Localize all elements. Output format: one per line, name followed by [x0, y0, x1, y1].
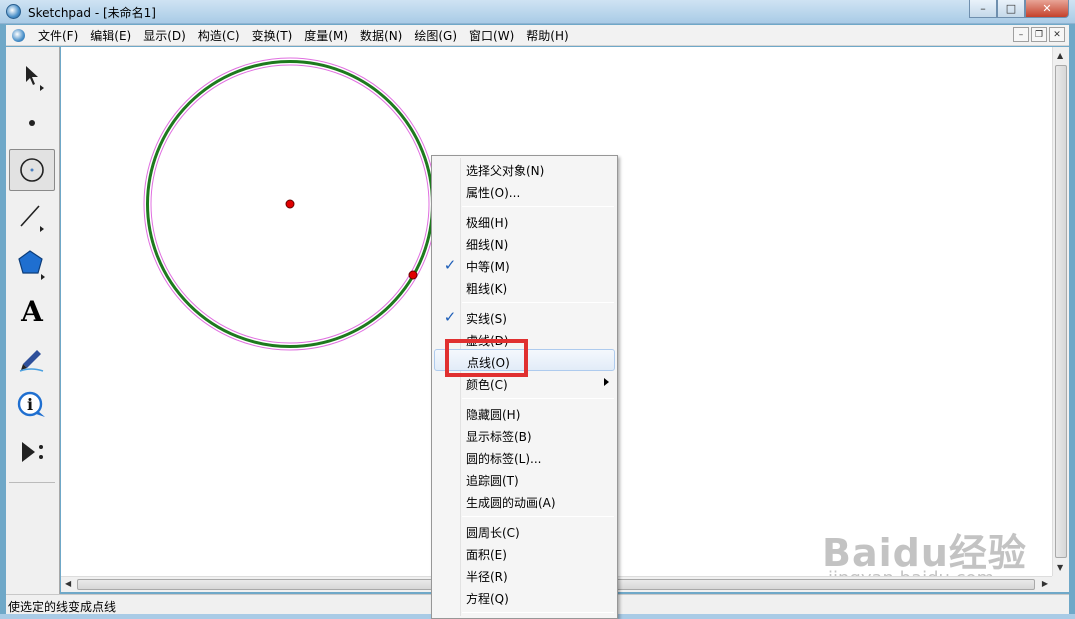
checkmark-icon: ✓ [443, 308, 457, 326]
marker-tool[interactable] [9, 337, 55, 379]
title-bar: Sketchpad - [未命名1] – □ ✕ [0, 0, 1075, 24]
context-menu: 选择父对象(N) 属性(O)... 极细(H) 细线(N) ✓ 中等(M) 粗线… [431, 155, 618, 619]
menu-bar: 文件(F) 编辑(E) 显示(D) 构造(C) 变换(T) 度量(M) 数据(N… [6, 25, 1069, 46]
vertical-scrollbar[interactable]: ▲ ▼ [1052, 47, 1069, 576]
polygon-icon [18, 250, 45, 280]
scrollbar-corner [1052, 576, 1069, 592]
point-tool[interactable] [9, 102, 55, 144]
scroll-left-arrow-icon[interactable]: ◀ [65, 579, 71, 588]
menu-item-thin[interactable]: 细线(N) [434, 232, 615, 254]
document-icon[interactable] [12, 28, 25, 42]
scroll-right-arrow-icon[interactable]: ▶ [1042, 579, 1048, 588]
menu-display[interactable]: 显示(D) [137, 27, 192, 44]
menu-construct[interactable]: 构造(C) [192, 27, 246, 44]
doc-minimize-button[interactable]: – [1013, 27, 1029, 42]
menu-help[interactable]: 帮助(H) [520, 27, 574, 44]
menu-graph[interactable]: 绘图(G) [408, 27, 463, 44]
menu-item-solid[interactable]: ✓ 实线(S) [434, 306, 615, 328]
menu-item-equation[interactable]: 方程(Q) [434, 586, 615, 608]
line-icon [20, 205, 44, 232]
info-icon: i [17, 391, 45, 417]
menu-separator [462, 516, 614, 517]
menu-file[interactable]: 文件(F) [32, 27, 84, 44]
menu-item-show-label[interactable]: 显示标签(B) [434, 424, 615, 446]
menu-transform[interactable]: 变换(T) [246, 27, 299, 44]
menu-item-radius[interactable]: 半径(R) [434, 564, 615, 586]
menu-window[interactable]: 窗口(W) [463, 27, 520, 44]
menu-item-medium[interactable]: ✓ 中等(M) [434, 254, 615, 276]
menu-measure[interactable]: 度量(M) [298, 27, 354, 44]
text-icon: A [21, 294, 43, 328]
menu-item-hide-circle[interactable]: 隐藏圆(H) [434, 402, 615, 424]
menu-separator [462, 302, 614, 303]
window-title: Sketchpad - [未命名1] [28, 6, 156, 20]
window-controls: – □ ✕ [969, 0, 1069, 18]
maximize-button[interactable]: □ [997, 0, 1025, 18]
menu-item-thick[interactable]: 粗线(K) [434, 276, 615, 298]
play-icon [22, 442, 43, 462]
doc-close-button[interactable]: ✕ [1049, 27, 1065, 42]
checkmark-icon: ✓ [443, 256, 457, 274]
scroll-down-arrow-icon[interactable]: ▼ [1057, 563, 1063, 572]
menu-item-area[interactable]: 面积(E) [434, 542, 615, 564]
point-icon [29, 120, 35, 126]
circle-center-point[interactable] [285, 199, 295, 209]
information-tool[interactable]: i [9, 384, 55, 426]
menu-separator [462, 398, 614, 399]
menu-item-circumference[interactable]: 圆周长(C) [434, 520, 615, 542]
marker-icon [19, 350, 44, 372]
vertical-scroll-thumb[interactable] [1055, 65, 1067, 558]
text-tool[interactable]: A [9, 290, 55, 332]
arrow-icon [26, 66, 44, 91]
scroll-up-arrow-icon[interactable]: ▲ [1057, 51, 1063, 60]
annotation-highlight-box [445, 339, 528, 377]
menu-separator [462, 206, 614, 207]
compass-tool[interactable] [9, 149, 55, 191]
svg-text:i: i [27, 395, 33, 414]
minimize-button[interactable]: – [969, 0, 997, 18]
submenu-arrow-icon [604, 378, 609, 386]
menu-data[interactable]: 数据(N) [354, 27, 408, 44]
sketchpad-app-icon[interactable] [6, 4, 21, 19]
doc-restore-button[interactable]: ❐ [1031, 27, 1047, 42]
circle-radius-point[interactable] [408, 270, 418, 280]
toolbox: A i [6, 47, 60, 594]
document-window-controls: – ❐ ✕ [1013, 27, 1065, 42]
custom-tool[interactable] [9, 431, 55, 473]
menu-item-circle-label[interactable]: 圆的标签(L)... [434, 446, 615, 468]
straightedge-tool[interactable] [9, 196, 55, 238]
menu-item-select-parent[interactable]: 选择父对象(N) [434, 158, 615, 180]
menu-item-properties[interactable]: 属性(O)... [434, 180, 615, 202]
toolbox-divider [9, 482, 55, 483]
menu-item-extra-thin[interactable]: 极细(H) [434, 210, 615, 232]
polygon-tool[interactable] [9, 243, 55, 285]
menu-item-animate-circle[interactable]: 生成圆的动画(A) [434, 490, 615, 512]
close-button[interactable]: ✕ [1025, 0, 1069, 18]
menu-item-trace-circle[interactable]: 追踪圆(T) [434, 468, 615, 490]
arrow-tool[interactable] [9, 55, 55, 97]
menu-edit[interactable]: 编辑(E) [84, 27, 137, 44]
compass-icon [20, 158, 44, 182]
menu-separator [462, 612, 614, 613]
